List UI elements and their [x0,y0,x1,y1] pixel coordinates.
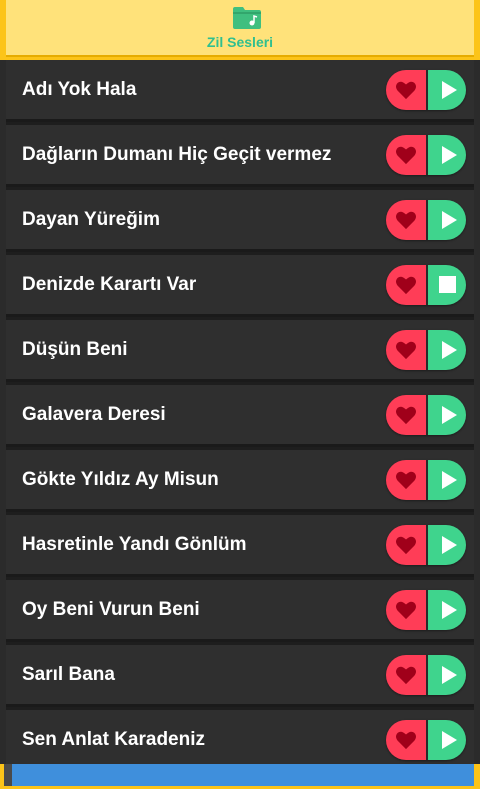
play-icon [441,470,457,489]
play-icon [441,665,457,684]
song-title: Adı Yok Hala [22,78,137,100]
favorite-button[interactable] [386,134,426,175]
bottom-bar [0,764,480,789]
song-row[interactable]: Sarıl Bana [6,645,474,707]
play-button[interactable] [426,589,466,630]
heart-icon [396,731,416,749]
song-row[interactable]: Dağların Dumanı Hiç Geçit vermez [6,125,474,187]
play-button[interactable] [426,134,466,175]
play-button[interactable] [426,524,466,565]
heart-icon [396,341,416,359]
song-title: Düşün Beni [22,338,128,360]
song-controls [386,69,466,110]
stop-icon [438,276,456,293]
heart-icon [396,406,416,424]
folder-music-icon [233,7,261,29]
heart-icon [396,211,416,229]
heart-icon [396,471,416,489]
favorite-button[interactable] [386,329,426,370]
favorite-button[interactable] [386,524,426,565]
bottom-bar-edge [4,764,12,786]
favorite-button[interactable] [386,654,426,695]
song-controls [386,719,466,760]
favorite-button[interactable] [386,69,426,110]
favorite-button[interactable] [386,589,426,630]
song-title: Dayan Yüreğim [22,208,160,230]
song-title: Gökte Yıldız Ay Misun [22,468,219,490]
play-button[interactable] [426,329,466,370]
song-row[interactable]: Düşün Beni [6,320,474,382]
heart-icon [396,276,416,294]
heart-icon [396,81,416,99]
play-button[interactable] [426,199,466,240]
song-controls [386,524,466,565]
song-row[interactable]: Hasretinle Yandı Gönlüm [6,515,474,577]
song-row[interactable]: Dayan Yüreğim [6,190,474,252]
song-row[interactable]: Gökte Yıldız Ay Misun [6,450,474,512]
song-row[interactable]: Denizde Karartı Var [6,255,474,317]
ad-banner[interactable] [12,764,474,786]
favorite-button[interactable] [386,394,426,435]
song-title: Galavera Deresi [22,403,166,425]
favorite-button[interactable] [386,199,426,240]
song-title: Hasretinle Yandı Gönlüm [22,533,247,555]
heart-icon [396,601,416,619]
song-row[interactable]: Adı Yok Hala [6,60,474,122]
song-title: Denizde Karartı Var [22,273,197,295]
song-title: Dağların Dumanı Hiç Geçit vermez [22,143,332,165]
play-icon [441,80,457,99]
song-controls [386,459,466,500]
heart-icon [396,146,416,164]
song-controls [386,264,466,305]
song-row[interactable]: Galavera Deresi [6,385,474,447]
play-button[interactable] [426,69,466,110]
song-controls [386,199,466,240]
song-title: Sarıl Bana [22,663,115,685]
play-button[interactable] [426,719,466,760]
favorite-button[interactable] [386,719,426,760]
play-icon [441,340,457,359]
stop-button[interactable] [426,264,466,305]
favorite-button[interactable] [386,264,426,305]
favorite-button[interactable] [386,459,426,500]
play-icon [441,535,457,554]
play-button[interactable] [426,459,466,500]
song-list[interactable]: Adı Yok Hala Dağların Dumanı Hiç Geçit ve… [6,60,474,772]
play-icon [441,600,457,619]
song-controls [386,394,466,435]
heart-icon [396,536,416,554]
play-icon [441,730,457,749]
header-panel: Zil Sesleri [6,0,474,57]
song-title: Oy Beni Vurun Beni [22,598,200,620]
play-icon [441,405,457,424]
heart-icon [396,666,416,684]
song-row[interactable]: Sen Anlat Karadeniz [6,710,474,772]
song-title: Sen Anlat Karadeniz [22,728,206,750]
app-header: Zil Sesleri [0,0,480,60]
play-button[interactable] [426,654,466,695]
play-button[interactable] [426,394,466,435]
play-icon [441,210,457,229]
song-row[interactable]: Oy Beni Vurun Beni [6,580,474,642]
app-title: Zil Sesleri [206,34,274,50]
song-controls [386,589,466,630]
song-controls [386,329,466,370]
song-controls [386,654,466,695]
play-icon [441,145,457,164]
song-controls [386,134,466,175]
